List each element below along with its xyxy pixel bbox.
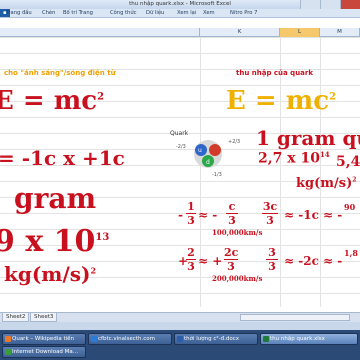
taskbar-item-cfbtc[interactable]: cfbtc.vinalsecth.com xyxy=(88,333,172,345)
taskbar-item-wikipedia[interactable]: Quark – Wikipedia tiến xyxy=(2,333,86,345)
tab-insert[interactable]: Chèn xyxy=(42,10,55,16)
row2-speed: 200,000km/s xyxy=(212,274,263,283)
row2-mid: ≈ + xyxy=(198,254,223,268)
taskbar-item-xlsx[interactable]: thu nhập quark.xlsx xyxy=(260,333,358,345)
tab-view[interactable]: Xem xyxy=(203,10,215,16)
sheet-tab-bar: Sheet2 Sheet3 xyxy=(0,312,360,322)
row1-right: ≈ -1c ≈ - xyxy=(284,208,343,222)
word-icon xyxy=(177,336,183,342)
left-equation: = -1c x +1c xyxy=(0,146,125,170)
right-value-2: 5,4 xyxy=(336,154,360,170)
left-power: 9 x 1013 xyxy=(0,224,110,259)
quark-d-label: d xyxy=(206,159,210,166)
right-unit: kg(m/s)2 xyxy=(296,176,357,191)
tab-page-layout[interactable]: Bố trí Trang xyxy=(63,10,93,16)
row2-right: ≈ -2c ≈ - xyxy=(284,254,343,268)
title-bar: thu nhập quark.xlsx - Microsoft Excel xyxy=(0,0,360,9)
left-formula: E = mc2 xyxy=(0,86,105,116)
tab-formulas[interactable]: Công thức xyxy=(110,10,137,16)
quark-u-label: u xyxy=(198,147,202,154)
row1-frac1: 13 xyxy=(186,200,196,227)
quark-u-right xyxy=(209,144,221,156)
formula-bar[interactable] xyxy=(0,18,360,28)
right-mass: 1 gram qu xyxy=(256,126,360,150)
tab-review[interactable]: Xem lại xyxy=(177,10,196,16)
row1-frac3: 3c 3 xyxy=(262,200,278,227)
quark-diagram xyxy=(194,140,222,168)
column-header-m[interactable]: M xyxy=(320,28,360,37)
right-header: thu nhập của quark xyxy=(236,69,314,77)
maximize-button[interactable] xyxy=(320,0,340,9)
row2-frac3: 33 xyxy=(266,246,278,273)
minimize-button[interactable] xyxy=(300,0,320,9)
taskbar-item-idm[interactable]: Internet Download Ma… xyxy=(2,346,86,358)
horizontal-scrollbar[interactable] xyxy=(240,314,350,321)
quark-bottom-charge: -1/3 xyxy=(212,172,222,178)
taskbar: Quark – Wikipedia tiến cfbtc.vinalsecth.… xyxy=(0,330,360,360)
sheet-tab-3[interactable]: Sheet3 xyxy=(30,313,58,322)
row1-minus: - xyxy=(178,208,183,222)
row2-frac2: 2c 3 xyxy=(224,246,239,273)
close-button[interactable] xyxy=(340,0,360,9)
download-icon xyxy=(5,349,11,355)
column-header-row: K L M xyxy=(0,28,360,37)
column-header-l[interactable]: L xyxy=(280,28,320,37)
tab-home[interactable]: Trang đầu xyxy=(6,10,32,16)
quark-left-charge: -2/3 xyxy=(176,144,186,150)
column-header-k[interactable]: K xyxy=(200,28,280,37)
ribbon-tabs: ▪ Trang đầu Chèn Bố trí Trang Công thức … xyxy=(0,9,360,18)
row1-speed: 100,000km/s xyxy=(212,228,263,237)
tab-data[interactable]: Dữ liệu xyxy=(146,10,164,16)
browser-icon xyxy=(91,336,97,342)
row1-frac2: c3 xyxy=(226,200,238,227)
right-value: 2,7 x 1014 xyxy=(258,150,330,167)
quark-right-charge: +2/3 xyxy=(228,139,241,145)
taskbar-item-docx[interactable]: thời lượng c²-đ.docx xyxy=(174,333,258,345)
tab-nitro[interactable]: Nitro Pro 7 xyxy=(230,10,257,16)
left-unit: kg(m/s)2 xyxy=(4,262,97,286)
column-header[interactable] xyxy=(0,28,200,37)
row2-tail: 1,8 xyxy=(344,248,358,258)
row1-mid: ≈ - xyxy=(198,208,218,222)
status-bar xyxy=(0,322,360,330)
grid-line xyxy=(280,37,281,307)
row2-frac1: 23 xyxy=(186,246,196,273)
left-mass: gram xyxy=(14,182,97,215)
browser-icon xyxy=(5,336,11,342)
row1-tail: 90 xyxy=(344,202,356,212)
sheet-tab-2[interactable]: Sheet2 xyxy=(2,313,30,322)
right-formula: E = mc2 xyxy=(226,86,337,116)
left-header: cho "ánh sáng"/sóng điện từ xyxy=(4,69,116,77)
excel-icon xyxy=(263,336,269,342)
